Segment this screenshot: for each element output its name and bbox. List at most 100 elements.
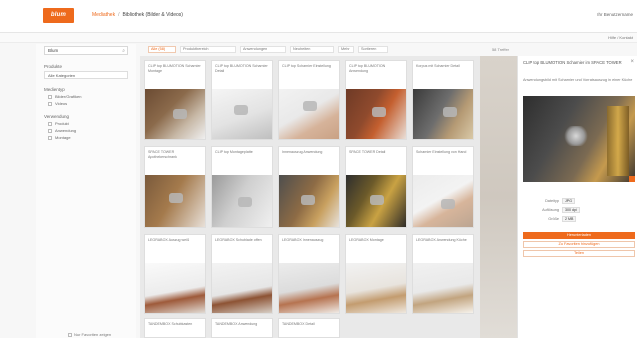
meta-value[interactable]: JPG bbox=[562, 198, 575, 204]
detail-preview-image[interactable] bbox=[523, 96, 635, 182]
media-card[interactable]: TANDEMBOX Detail bbox=[278, 318, 340, 338]
filter-chip-all[interactable]: Alle (58) bbox=[148, 46, 176, 53]
media-card[interactable]: SPACE TOWER Detail bbox=[345, 146, 407, 228]
media-card[interactable]: CLIP top Scharnier Einstellung bbox=[278, 60, 340, 140]
media-card[interactable]: CLIP top BLUMOTION Scharnier Montage bbox=[144, 60, 206, 140]
help-link[interactable]: Hilfe / Kontakt bbox=[608, 35, 633, 40]
checkbox[interactable] bbox=[48, 121, 52, 126]
media-card[interactable]: TANDEMBOX Schubkasten bbox=[144, 318, 206, 338]
detail-title: CLIP top BLUMOTION Scharnier im SPACE TO… bbox=[523, 60, 622, 65]
favorites-label: Nur Favoriten zeigen bbox=[74, 332, 112, 337]
media-card[interactable]: LEGRABOX Innenauszug bbox=[278, 234, 340, 314]
close-icon[interactable]: × bbox=[630, 59, 634, 65]
card-caption: LEGRABOX Auszug weiß bbox=[148, 238, 190, 242]
media-grid: CLIP top BLUMOTION Scharnier Montage CLI… bbox=[140, 56, 517, 338]
header: blum Mediathek / Bibliothek (Bilder & Vide… bbox=[0, 0, 637, 33]
spice-jars bbox=[607, 106, 629, 176]
media-card[interactable]: Scharnier Einstellung von Hand bbox=[412, 146, 474, 228]
result-count: 58 Treffer bbox=[491, 47, 509, 52]
card-thumbnail bbox=[279, 263, 339, 313]
card-caption: LEGRABOX Innenauszug bbox=[282, 238, 324, 242]
breadcrumb-separator: / bbox=[118, 12, 120, 18]
option-label: Anwendung bbox=[55, 128, 77, 133]
product-select[interactable]: Alle Kategorien bbox=[44, 71, 128, 79]
search-icon[interactable]: ⌕ bbox=[122, 48, 125, 54]
card-thumbnail bbox=[145, 175, 205, 227]
card-caption: Innenauszug Anwendung bbox=[282, 150, 323, 154]
option-label: Videos bbox=[55, 101, 68, 106]
card-thumbnail bbox=[413, 263, 473, 313]
card-thumbnail bbox=[346, 89, 406, 139]
detail-description: Anwendungsbild mit Scharnier und Vorrats… bbox=[523, 78, 633, 82]
card-caption: TANDEMBOX Anwendung bbox=[215, 322, 258, 326]
card-thumbnail bbox=[413, 89, 473, 139]
media-card[interactable]: CLIP top BLUMOTION Scharnier Detail bbox=[211, 60, 273, 140]
usage-option[interactable]: Montage bbox=[48, 135, 71, 140]
usage-title: Verwendung bbox=[44, 114, 70, 119]
usage-option[interactable]: Anwendung bbox=[48, 128, 76, 133]
sidebar: Blum ⌕ Produkte Alle Kategorien Medienty… bbox=[36, 44, 136, 338]
meta-row: Dateityp JPG bbox=[523, 198, 633, 204]
option-label: Produkt bbox=[55, 121, 69, 126]
media-card[interactable]: LEGRABOX Montage bbox=[345, 234, 407, 314]
media-card[interactable]: LEGRABOX Schublade offen bbox=[211, 234, 273, 314]
media-card[interactable]: Korpus mit Scharnier Detail bbox=[412, 60, 474, 140]
card-thumbnail bbox=[145, 89, 205, 139]
download-button[interactable]: Herunterladen bbox=[523, 232, 635, 239]
card-caption: LEGRABOX Schublade offen bbox=[215, 238, 262, 242]
checkbox[interactable] bbox=[48, 135, 52, 140]
usage-option[interactable]: Produkt bbox=[48, 121, 69, 126]
meta-value[interactable]: 300 dpi bbox=[562, 207, 580, 213]
brand-logo[interactable]: blum bbox=[43, 8, 74, 23]
user-menu[interactable]: Ihr Benutzername bbox=[597, 12, 633, 17]
card-caption: Korpus mit Scharnier Detail bbox=[416, 64, 460, 68]
card-caption: CLIP top BLUMOTION Scharnier Montage bbox=[148, 64, 201, 73]
card-thumbnail bbox=[346, 175, 406, 227]
card-caption: CLIP top BLUMOTION Anwendung bbox=[349, 64, 386, 73]
breadcrumb-link[interactable]: Mediathek bbox=[92, 12, 115, 18]
media-card[interactable]: CLIP top BLUMOTION Anwendung bbox=[345, 60, 407, 140]
card-thumbnail bbox=[279, 175, 339, 227]
media-card[interactable]: TANDEMBOX Anwendung bbox=[211, 318, 273, 338]
breadcrumb-current: Bibliothek (Bilder & Videos) bbox=[122, 12, 183, 18]
filter-chip-applications[interactable]: Anwendungen bbox=[240, 46, 286, 53]
checkbox[interactable] bbox=[68, 332, 72, 337]
card-thumbnail bbox=[212, 175, 272, 227]
option-label: Bilder/Grafiken bbox=[55, 94, 82, 99]
filter-chip-product-area[interactable]: Produktbereich bbox=[180, 46, 236, 53]
card-thumbnail bbox=[413, 175, 473, 227]
filter-bar: Alle (58) Produktbereich Anwendungen Neu… bbox=[140, 45, 517, 56]
media-type-title: Medientyp bbox=[44, 87, 65, 92]
media-type-option[interactable]: Videos bbox=[48, 101, 67, 106]
breadcrumb: Mediathek / Bibliothek (Bilder & Videos) bbox=[92, 12, 183, 18]
filter-chip-more[interactable]: Mehr bbox=[338, 46, 354, 53]
meta-value[interactable]: 2 MB bbox=[562, 216, 577, 222]
media-card[interactable]: CLIP top Montageplatte bbox=[211, 146, 273, 228]
checkbox[interactable] bbox=[48, 128, 52, 133]
hinge-mechanism bbox=[563, 126, 589, 146]
media-card[interactable]: Innenauszug Anwendung bbox=[278, 146, 340, 228]
favorites-toggle[interactable]: Nur Favoriten zeigen bbox=[68, 332, 111, 337]
sort-select[interactable]: Sortieren bbox=[358, 46, 388, 53]
card-thumbnail bbox=[346, 263, 406, 313]
card-caption: SPACE TOWER Detail bbox=[349, 150, 386, 154]
grid-background bbox=[480, 56, 517, 338]
card-thumbnail bbox=[212, 89, 272, 139]
media-card[interactable]: LEGRABOX Anwendung Küche bbox=[412, 234, 474, 314]
checkbox[interactable] bbox=[48, 94, 52, 99]
expand-icon[interactable] bbox=[629, 176, 635, 182]
media-type-option[interactable]: Bilder/Grafiken bbox=[48, 94, 81, 99]
card-caption: LEGRABOX Anwendung Küche bbox=[416, 238, 467, 242]
app-window: blum Mediathek / Bibliothek (Bilder & Vide… bbox=[0, 0, 637, 338]
filter-chip-new[interactable]: Neuheiten bbox=[290, 46, 334, 53]
card-caption: TANDEMBOX Detail bbox=[282, 322, 315, 326]
search-input[interactable]: Blum ⌕ bbox=[44, 46, 128, 55]
media-card[interactable]: LEGRABOX Auszug weiß bbox=[144, 234, 206, 314]
card-thumbnail bbox=[212, 263, 272, 313]
share-button[interactable]: Teilen bbox=[523, 250, 635, 257]
add-favorite-button[interactable]: Zu Favoriten hinzufügen bbox=[523, 241, 635, 248]
media-card[interactable]: SPACE TOWER Apothekerschrank bbox=[144, 146, 206, 228]
card-thumbnail bbox=[279, 89, 339, 139]
card-caption: CLIP top BLUMOTION Scharnier Detail bbox=[215, 64, 268, 73]
checkbox[interactable] bbox=[48, 101, 52, 106]
